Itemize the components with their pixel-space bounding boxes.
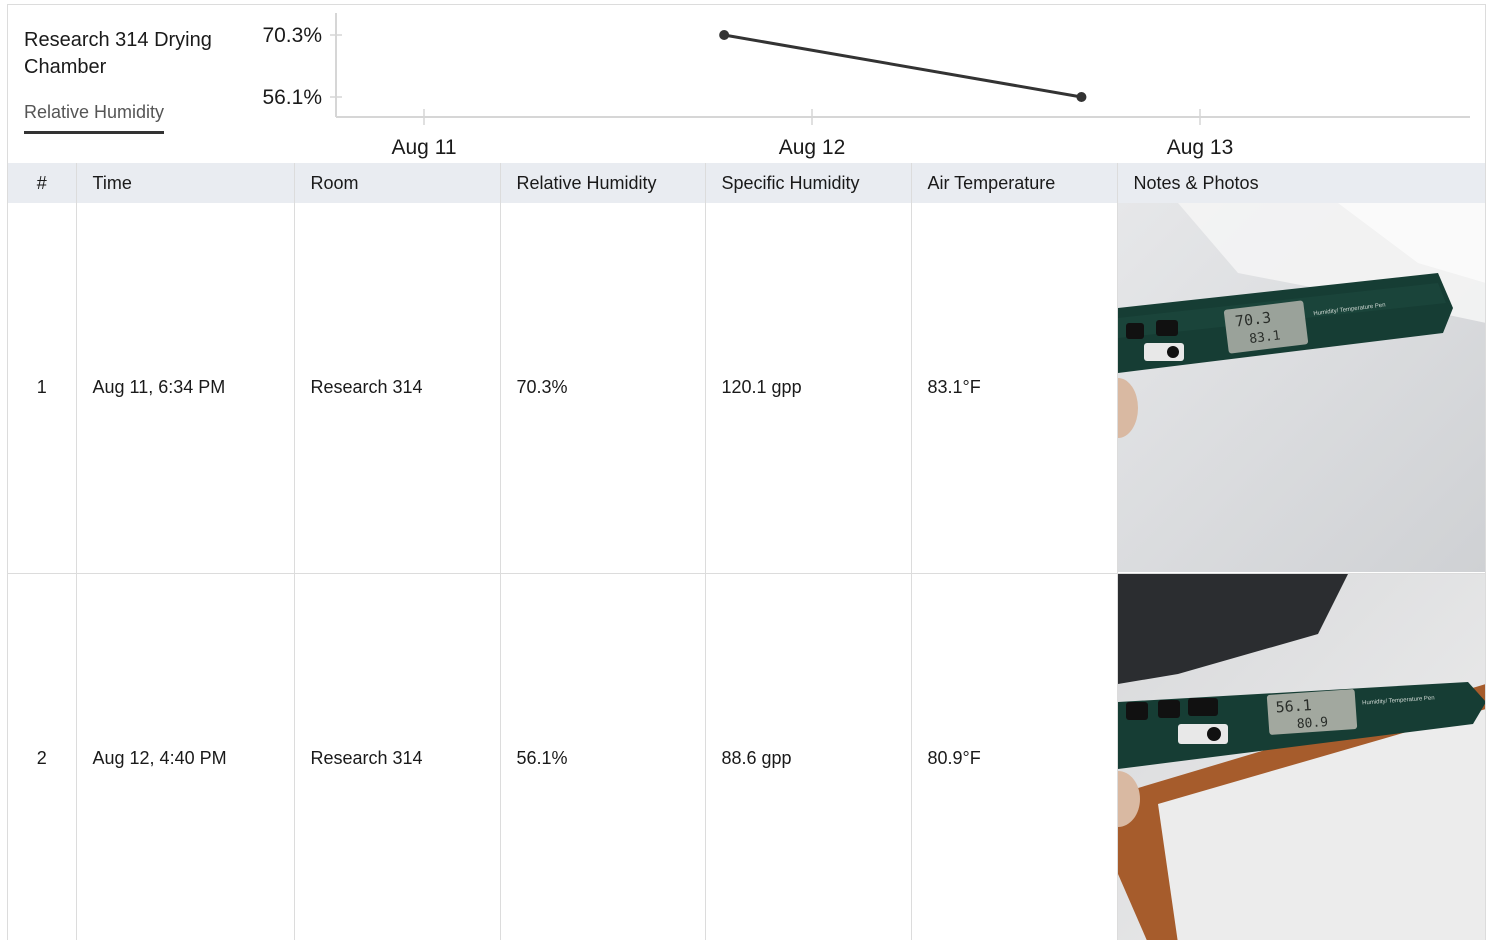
cell-specific-humidity: 88.6 gpp [705, 573, 912, 940]
column-header-relative-humidity: Relative Humidity [500, 163, 706, 203]
data-point[interactable] [1076, 92, 1087, 102]
y-tick-label: 70.3% [262, 24, 322, 47]
readings-table: # Time Room Relative Humidity Specific H… [8, 163, 1485, 940]
y-tick-label: 56.1% [262, 86, 322, 109]
column-header-time: Time [76, 163, 295, 203]
x-tick-label: Aug 13 [1167, 136, 1234, 159]
cell-number: 1 [8, 203, 77, 574]
column-header-number: # [8, 163, 77, 203]
meter-display-bottom: 80.9 [1296, 714, 1328, 731]
cell-time: Aug 11, 6:34 PM [76, 203, 295, 574]
cell-room: Research 314 [294, 203, 501, 574]
cell-room: Research 314 [294, 573, 501, 940]
cell-relative-humidity: 70.3% [500, 203, 706, 574]
cell-specific-humidity: 120.1 gpp [705, 203, 912, 574]
cell-air-temperature: 83.1°F [911, 203, 1118, 574]
meter-photo-thumbnail[interactable]: 56.1 80.9 Humidity/ Temperature Pen [1117, 573, 1485, 940]
x-tick-label: Aug 12 [779, 136, 846, 159]
column-header-specific-humidity: Specific Humidity [705, 163, 912, 203]
table-row[interactable]: 2 Aug 12, 4:40 PM Research 314 56.1% 88.… [8, 573, 1485, 940]
series-line [723, 33, 1082, 99]
x-tick-label: Aug 11 [392, 136, 457, 159]
column-header-room: Room [294, 163, 501, 203]
column-header-notes-photos: Notes & Photos [1117, 163, 1485, 203]
table-row[interactable]: 1 Aug 11, 6:34 PM Research 314 70.3% 120… [8, 203, 1485, 574]
meter-display-top: 56.1 [1274, 696, 1311, 716]
column-header-air-temperature: Air Temperature [911, 163, 1118, 203]
cell-air-temperature: 80.9°F [911, 573, 1118, 940]
meter-photo-thumbnail[interactable]: 70.3 83.1 Humidity/ Temperature Pen [1117, 203, 1485, 573]
data-point[interactable] [719, 30, 730, 40]
series-layer [719, 30, 1087, 102]
table-header-row: # Time Room Relative Humidity Specific H… [8, 163, 1485, 203]
cell-photo[interactable]: 70.3 83.1 Humidity/ Temperature Pen [1117, 203, 1485, 574]
cell-number: 2 [8, 573, 77, 940]
cell-relative-humidity: 56.1% [500, 573, 706, 940]
cell-time: Aug 12, 4:40 PM [76, 573, 295, 940]
cell-photo[interactable]: 56.1 80.9 Humidity/ Temperature Pen [1117, 573, 1485, 940]
chart-header: Research 314 Drying Chamber Relative Hum… [8, 5, 1485, 163]
humidity-chart: 70.3% 56.1% Aug 11 Aug 12 Aug 13 [262, 13, 1470, 159]
